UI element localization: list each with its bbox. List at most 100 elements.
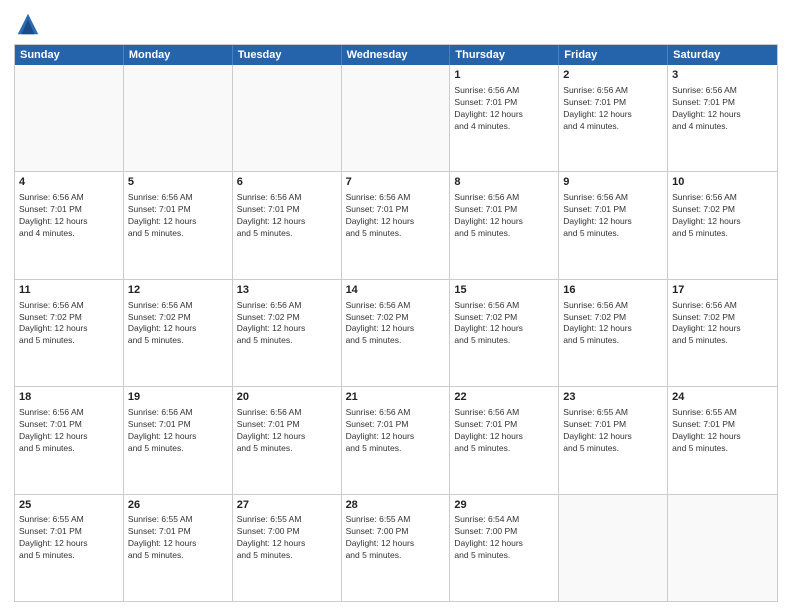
cal-cell: 6Sunrise: 6:56 AM Sunset: 7:01 PM Daylig… bbox=[233, 172, 342, 278]
cal-cell: 4 Sunrise: 6:56 AM Sunset: 7:01 PM Daylig… bbox=[15, 172, 124, 278]
cal-cell: 5 Sunrise: 6:56 AM Sunset: 7:01 PM Daylig… bbox=[124, 172, 233, 278]
day-info: Sunrise: 6:56 AM Sunset: 7:01 PM Dayligh… bbox=[237, 407, 337, 455]
weekday-header-tuesday: Tuesday bbox=[233, 45, 342, 65]
day-number: 23 bbox=[563, 390, 663, 405]
day-info: Sunrise: 6:56 AM Sunset: 7:01 PM Dayligh… bbox=[19, 192, 119, 240]
day-info: Sunrise: 6:55 AM Sunset: 7:00 PM Dayligh… bbox=[346, 514, 446, 562]
cal-cell: 23 Sunrise: 6:55 AM Sunset: 7:01 PM Dayli… bbox=[559, 387, 668, 493]
day-number: 13 bbox=[237, 283, 337, 298]
day-info: Sunrise: 6:56 AM Sunset: 7:01 PM Dayligh… bbox=[237, 192, 337, 240]
cal-cell: 29Sunrise: 6:54 AM Sunset: 7:00 PM Dayli… bbox=[450, 495, 559, 601]
day-info: Sunrise: 6:56 AM Sunset: 7:01 PM Dayligh… bbox=[454, 407, 554, 455]
header bbox=[14, 10, 778, 38]
day-number: 8 bbox=[454, 175, 554, 190]
calendar-row-0: 1Sunrise: 6:56 AM Sunset: 7:01 PM Daylig… bbox=[15, 65, 777, 171]
cal-cell: 25Sunrise: 6:55 AM Sunset: 7:01 PM Dayli… bbox=[15, 495, 124, 601]
cal-cell: 20 Sunrise: 6:56 AM Sunset: 7:01 PM Dayli… bbox=[233, 387, 342, 493]
cal-cell: 27Sunrise: 6:55 AM Sunset: 7:00 PM Dayli… bbox=[233, 495, 342, 601]
day-number: 16 bbox=[563, 283, 663, 298]
day-info: Sunrise: 6:56 AM Sunset: 7:01 PM Dayligh… bbox=[563, 85, 663, 133]
cal-cell: 2Sunrise: 6:56 AM Sunset: 7:01 PM Daylig… bbox=[559, 65, 668, 171]
day-info: Sunrise: 6:56 AM Sunset: 7:02 PM Dayligh… bbox=[454, 300, 554, 348]
cal-cell: 26Sunrise: 6:55 AM Sunset: 7:01 PM Dayli… bbox=[124, 495, 233, 601]
cal-cell: 14 Sunrise: 6:56 AM Sunset: 7:02 PM Dayli… bbox=[342, 280, 451, 386]
day-number: 26 bbox=[128, 498, 228, 513]
day-number: 18 bbox=[19, 390, 119, 405]
cal-cell: 11 Sunrise: 6:56 AM Sunset: 7:02 PM Dayli… bbox=[15, 280, 124, 386]
weekday-header-sunday: Sunday bbox=[15, 45, 124, 65]
weekday-header-friday: Friday bbox=[559, 45, 668, 65]
day-number: 7 bbox=[346, 175, 446, 190]
day-info: Sunrise: 6:55 AM Sunset: 7:01 PM Dayligh… bbox=[563, 407, 663, 455]
day-number: 19 bbox=[128, 390, 228, 405]
day-info: Sunrise: 6:56 AM Sunset: 7:02 PM Dayligh… bbox=[128, 300, 228, 348]
calendar-row-2: 11 Sunrise: 6:56 AM Sunset: 7:02 PM Dayli… bbox=[15, 279, 777, 386]
calendar-row-4: 25 Sunrise: 6:55 AM Sunset: 7:01 PM Dayli… bbox=[15, 494, 777, 601]
cal-cell: 3 Sunrise: 6:56 AM Sunset: 7:01 PM Daylig… bbox=[668, 65, 777, 171]
cal-cell bbox=[559, 495, 668, 601]
cal-cell: 28Sunrise: 6:55 AM Sunset: 7:00 PM Dayli… bbox=[342, 495, 451, 601]
day-info: Sunrise: 6:56 AM Sunset: 7:01 PM Dayligh… bbox=[346, 407, 446, 455]
cal-cell: 19 Sunrise: 6:56 AM Sunset: 7:01 PM Dayli… bbox=[124, 387, 233, 493]
day-number: 15 bbox=[454, 283, 554, 298]
day-number: 20 bbox=[237, 390, 337, 405]
weekday-header-monday: Monday bbox=[124, 45, 233, 65]
day-info: Sunrise: 6:56 AM Sunset: 7:01 PM Dayligh… bbox=[128, 192, 228, 240]
day-info: Sunrise: 6:54 AM Sunset: 7:00 PM Dayligh… bbox=[454, 514, 554, 562]
cal-cell bbox=[342, 65, 451, 171]
day-number: 17 bbox=[672, 283, 773, 298]
day-info: Sunrise: 6:56 AM Sunset: 7:01 PM Dayligh… bbox=[672, 85, 773, 133]
day-info: Sunrise: 6:56 AM Sunset: 7:02 PM Dayligh… bbox=[19, 300, 119, 348]
day-info: Sunrise: 6:55 AM Sunset: 7:01 PM Dayligh… bbox=[672, 407, 773, 455]
calendar-row-3: 18 Sunrise: 6:56 AM Sunset: 7:01 PM Dayli… bbox=[15, 386, 777, 493]
day-number: 24 bbox=[672, 390, 773, 405]
day-number: 14 bbox=[346, 283, 446, 298]
calendar-body: 1Sunrise: 6:56 AM Sunset: 7:01 PM Daylig… bbox=[15, 65, 777, 601]
page: SundayMondayTuesdayWednesdayThursdayFrid… bbox=[0, 0, 792, 612]
day-info: Sunrise: 6:56 AM Sunset: 7:02 PM Dayligh… bbox=[672, 300, 773, 348]
weekday-header-saturday: Saturday bbox=[668, 45, 777, 65]
cal-cell bbox=[668, 495, 777, 601]
cal-cell: 12 Sunrise: 6:56 AM Sunset: 7:02 PM Dayli… bbox=[124, 280, 233, 386]
cal-cell: 15 Sunrise: 6:56 AM Sunset: 7:02 PM Dayli… bbox=[450, 280, 559, 386]
day-number: 29 bbox=[454, 498, 554, 513]
cal-cell bbox=[124, 65, 233, 171]
day-number: 21 bbox=[346, 390, 446, 405]
cal-cell: 16Sunrise: 6:56 AM Sunset: 7:02 PM Dayli… bbox=[559, 280, 668, 386]
day-number: 22 bbox=[454, 390, 554, 405]
cal-cell: 22 Sunrise: 6:56 AM Sunset: 7:01 PM Dayli… bbox=[450, 387, 559, 493]
day-number: 10 bbox=[672, 175, 773, 190]
cal-cell: 18 Sunrise: 6:56 AM Sunset: 7:01 PM Dayli… bbox=[15, 387, 124, 493]
cal-cell: 8 Sunrise: 6:56 AM Sunset: 7:01 PM Daylig… bbox=[450, 172, 559, 278]
cal-cell bbox=[233, 65, 342, 171]
logo bbox=[14, 10, 46, 38]
weekday-header-thursday: Thursday bbox=[450, 45, 559, 65]
cal-cell: 13 Sunrise: 6:56 AM Sunset: 7:02 PM Dayli… bbox=[233, 280, 342, 386]
day-info: Sunrise: 6:56 AM Sunset: 7:02 PM Dayligh… bbox=[237, 300, 337, 348]
day-info: Sunrise: 6:56 AM Sunset: 7:01 PM Dayligh… bbox=[454, 85, 554, 133]
cal-cell: 10 Sunrise: 6:56 AM Sunset: 7:02 PM Dayli… bbox=[668, 172, 777, 278]
day-number: 25 bbox=[19, 498, 119, 513]
day-number: 12 bbox=[128, 283, 228, 298]
day-info: Sunrise: 6:56 AM Sunset: 7:01 PM Dayligh… bbox=[19, 407, 119, 455]
cal-cell: 24 Sunrise: 6:55 AM Sunset: 7:01 PM Dayli… bbox=[668, 387, 777, 493]
day-number: 9 bbox=[563, 175, 663, 190]
day-number: 4 bbox=[19, 175, 119, 190]
calendar-header: SundayMondayTuesdayWednesdayThursdayFrid… bbox=[15, 45, 777, 65]
day-info: Sunrise: 6:56 AM Sunset: 7:01 PM Dayligh… bbox=[128, 407, 228, 455]
cal-cell: 1Sunrise: 6:56 AM Sunset: 7:01 PM Daylig… bbox=[450, 65, 559, 171]
day-number: 11 bbox=[19, 283, 119, 298]
day-number: 5 bbox=[128, 175, 228, 190]
day-info: Sunrise: 6:56 AM Sunset: 7:02 PM Dayligh… bbox=[672, 192, 773, 240]
day-info: Sunrise: 6:56 AM Sunset: 7:02 PM Dayligh… bbox=[346, 300, 446, 348]
day-number: 3 bbox=[672, 68, 773, 83]
day-info: Sunrise: 6:56 AM Sunset: 7:01 PM Dayligh… bbox=[346, 192, 446, 240]
day-info: Sunrise: 6:55 AM Sunset: 7:01 PM Dayligh… bbox=[128, 514, 228, 562]
cal-cell: 9Sunrise: 6:56 AM Sunset: 7:01 PM Daylig… bbox=[559, 172, 668, 278]
weekday-header-wednesday: Wednesday bbox=[342, 45, 451, 65]
cal-cell: 17 Sunrise: 6:56 AM Sunset: 7:02 PM Dayli… bbox=[668, 280, 777, 386]
day-number: 28 bbox=[346, 498, 446, 513]
calendar: SundayMondayTuesdayWednesdayThursdayFrid… bbox=[14, 44, 778, 602]
cal-cell: 7 Sunrise: 6:56 AM Sunset: 7:01 PM Daylig… bbox=[342, 172, 451, 278]
day-info: Sunrise: 6:56 AM Sunset: 7:01 PM Dayligh… bbox=[454, 192, 554, 240]
